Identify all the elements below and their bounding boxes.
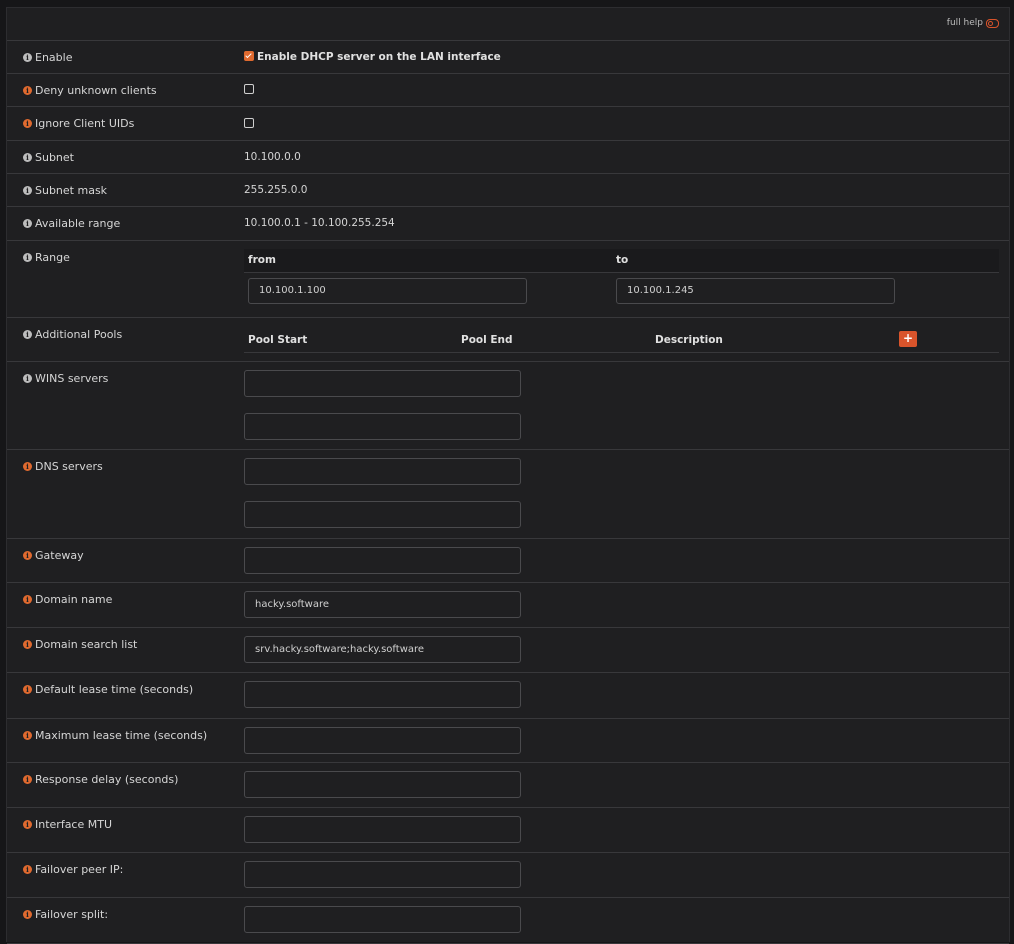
row-label: Interface MTU bbox=[35, 818, 113, 831]
full-help-toggle[interactable]: full help bbox=[947, 18, 999, 28]
info-icon[interactable]: i bbox=[23, 462, 32, 471]
add-pool-button[interactable]: + bbox=[899, 331, 917, 347]
row-failover-split: i Failover split: bbox=[7, 898, 1009, 944]
deny-unknown-checkbox[interactable] bbox=[244, 84, 254, 94]
range-from-input[interactable]: 10.100.1.100 bbox=[248, 278, 527, 304]
row-label: Response delay (seconds) bbox=[35, 773, 179, 786]
response-delay-input[interactable] bbox=[244, 771, 521, 798]
info-icon[interactable]: i bbox=[23, 119, 32, 128]
row-available-range: i Available range 10.100.0.1 - 10.100.255… bbox=[7, 207, 1009, 241]
maximum-lease-time-input[interactable] bbox=[244, 727, 521, 754]
pool-start-header: Pool Start bbox=[248, 334, 308, 346]
row-label: DNS servers bbox=[35, 460, 103, 473]
dhcp-settings-panel: full help i Enable Enable DHCP server on … bbox=[6, 7, 1010, 944]
row-wins-servers: i WINS servers bbox=[7, 362, 1009, 450]
info-icon[interactable]: i bbox=[23, 86, 32, 95]
range-to-label: to bbox=[616, 254, 629, 266]
enable-checkbox[interactable] bbox=[244, 51, 254, 61]
row-label: Maximum lease time (seconds) bbox=[35, 729, 208, 742]
row-label: Default lease time (seconds) bbox=[35, 683, 194, 696]
row-label: Failover peer IP: bbox=[35, 863, 124, 876]
failover-split-input[interactable] bbox=[244, 906, 521, 933]
row-interface-mtu: i Interface MTU bbox=[7, 808, 1009, 853]
domain-search-list-input[interactable]: srv.hacky.software;hacky.software bbox=[244, 636, 521, 663]
pools-divider bbox=[244, 352, 999, 353]
info-icon[interactable]: i bbox=[23, 910, 32, 919]
row-label: Domain search list bbox=[35, 638, 138, 651]
row-enable: i Enable Enable DHCP server on the LAN in… bbox=[7, 41, 1009, 74]
available-range-value: 10.100.0.1 - 10.100.255.254 bbox=[244, 217, 395, 229]
row-default-lease-time: i Default lease time (seconds) bbox=[7, 673, 1009, 719]
info-icon[interactable]: i bbox=[23, 374, 32, 383]
row-subnet-mask: i Subnet mask 255.255.0.0 bbox=[7, 174, 1009, 207]
info-icon[interactable]: i bbox=[23, 640, 32, 649]
pool-end-header: Pool End bbox=[461, 334, 513, 346]
default-lease-time-input[interactable] bbox=[244, 681, 521, 708]
row-label: Ignore Client UIDs bbox=[35, 117, 135, 130]
panel-header: full help bbox=[7, 8, 1009, 41]
toggle-off-icon bbox=[986, 18, 999, 28]
row-response-delay: i Response delay (seconds) bbox=[7, 763, 1009, 808]
enable-checkbox-label[interactable]: Enable DHCP server on the LAN interface bbox=[257, 51, 501, 63]
dns-server-2-input[interactable] bbox=[244, 501, 521, 528]
row-label: Enable bbox=[35, 51, 73, 64]
ignore-uids-checkbox[interactable] bbox=[244, 118, 254, 128]
wins-server-2-input[interactable] bbox=[244, 413, 521, 440]
row-label: Domain name bbox=[35, 593, 113, 606]
row-label: WINS servers bbox=[35, 372, 109, 385]
subnet-mask-value: 255.255.0.0 bbox=[244, 184, 308, 196]
info-icon[interactable]: i bbox=[23, 820, 32, 829]
failover-peer-ip-input[interactable] bbox=[244, 861, 521, 888]
info-icon[interactable]: i bbox=[23, 253, 32, 262]
subnet-value: 10.100.0.0 bbox=[244, 151, 301, 163]
info-icon[interactable]: i bbox=[23, 186, 32, 195]
range-to-input[interactable]: 10.100.1.245 bbox=[616, 278, 895, 304]
info-icon[interactable]: i bbox=[23, 685, 32, 694]
row-ignore-uids: i Ignore Client UIDs bbox=[7, 107, 1009, 141]
row-label: Failover split: bbox=[35, 908, 109, 921]
info-icon[interactable]: i bbox=[23, 330, 32, 339]
info-icon[interactable]: i bbox=[23, 219, 32, 228]
interface-mtu-input[interactable] bbox=[244, 816, 521, 843]
row-label: Subnet bbox=[35, 151, 74, 164]
info-icon[interactable]: i bbox=[23, 551, 32, 560]
row-dns-servers: i DNS servers bbox=[7, 450, 1009, 539]
row-label: Subnet mask bbox=[35, 184, 108, 197]
row-domain-search-list: i Domain search list srv.hacky.software;h… bbox=[7, 628, 1009, 673]
range-from-label: from bbox=[248, 254, 276, 266]
row-deny-unknown: i Deny unknown clients bbox=[7, 74, 1009, 107]
row-range: i Range from to 10.100.1.100 10.100.1.245 bbox=[7, 241, 1009, 318]
row-label: Available range bbox=[35, 217, 121, 230]
row-label: Additional Pools bbox=[35, 328, 123, 341]
info-icon[interactable]: i bbox=[23, 775, 32, 784]
info-icon[interactable]: i bbox=[23, 731, 32, 740]
description-header: Description bbox=[655, 334, 723, 346]
gateway-input[interactable] bbox=[244, 547, 521, 574]
info-icon[interactable]: i bbox=[23, 53, 32, 62]
info-icon[interactable]: i bbox=[23, 153, 32, 162]
wins-server-1-input[interactable] bbox=[244, 370, 521, 397]
info-icon[interactable]: i bbox=[23, 595, 32, 604]
row-subnet: i Subnet 10.100.0.0 bbox=[7, 141, 1009, 174]
row-label: Deny unknown clients bbox=[35, 84, 157, 97]
domain-name-input[interactable]: hacky.software bbox=[244, 591, 521, 618]
info-icon[interactable]: i bbox=[23, 865, 32, 874]
row-domain-name: i Domain name hacky.software bbox=[7, 583, 1009, 628]
row-maximum-lease-time: i Maximum lease time (seconds) bbox=[7, 719, 1009, 763]
full-help-label: full help bbox=[946, 18, 983, 28]
row-gateway: i Gateway bbox=[7, 539, 1009, 583]
row-failover-peer-ip: i Failover peer IP: bbox=[7, 853, 1009, 898]
range-divider bbox=[244, 272, 999, 273]
dns-server-1-input[interactable] bbox=[244, 458, 521, 485]
row-additional-pools: i Additional Pools Pool Start Pool End De… bbox=[7, 318, 1009, 362]
row-label: Gateway bbox=[35, 549, 84, 562]
row-label: Range bbox=[35, 251, 70, 264]
